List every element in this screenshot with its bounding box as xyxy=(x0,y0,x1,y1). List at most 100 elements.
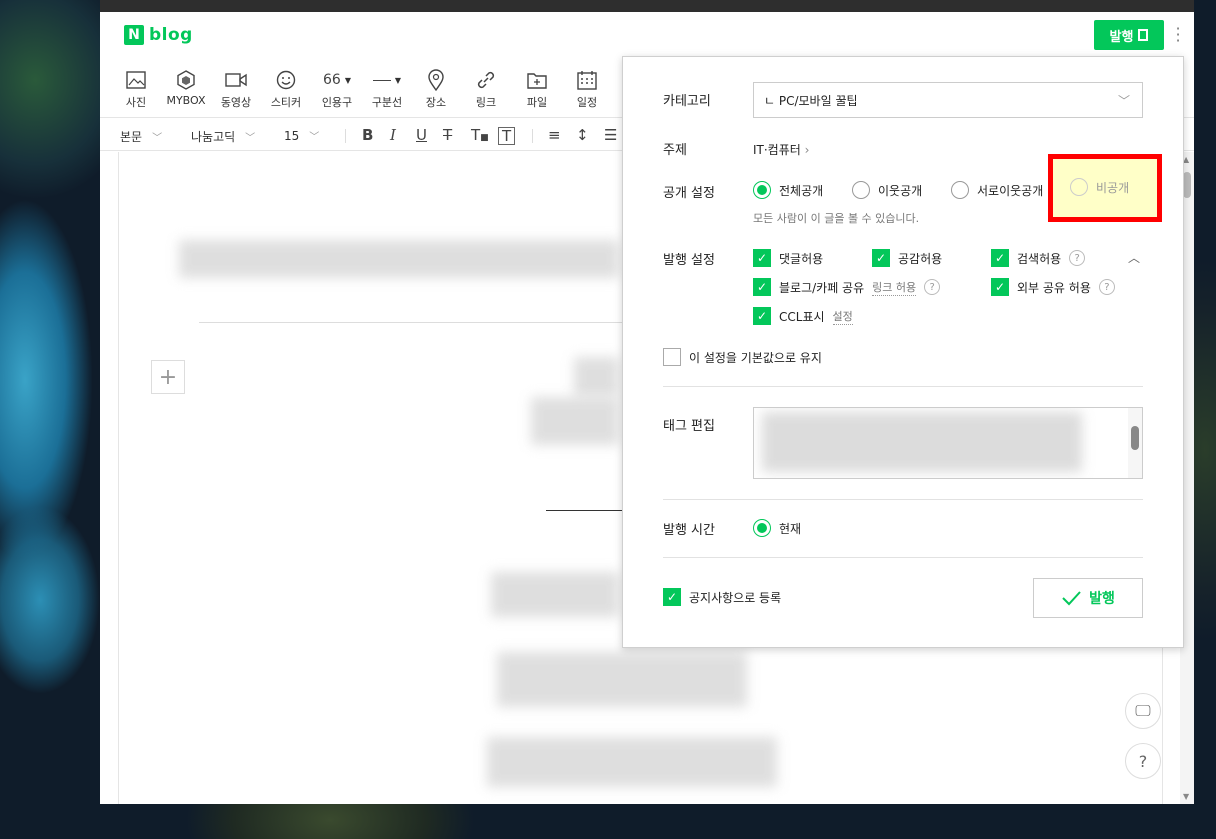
toolbar-video[interactable]: 동영상 xyxy=(210,68,262,110)
chevron-right-icon: › xyxy=(804,143,810,157)
tag-scrollbar[interactable] xyxy=(1128,408,1142,478)
text-background-icon[interactable]: T xyxy=(498,127,516,145)
calendar-icon xyxy=(561,68,613,92)
toolbar-calendar[interactable]: 일정 xyxy=(561,68,613,110)
toolbar-label: 인용구 xyxy=(321,96,353,109)
publish-button[interactable]: 발행 xyxy=(1033,578,1143,618)
toolbar-label: 파일 xyxy=(526,96,548,109)
radio-selected-icon xyxy=(753,519,771,537)
list-icon[interactable]: ☰ xyxy=(604,126,617,144)
toolbar-file[interactable]: 파일 xyxy=(511,68,563,110)
category-select[interactable]: ㄴ PC/모바일 꿀팁 ﹀ xyxy=(753,82,1143,118)
bold-icon[interactable]: B xyxy=(362,126,373,144)
radio-selected-icon xyxy=(753,181,771,199)
topic-selector[interactable]: IT·컴퓨터 › xyxy=(753,141,809,158)
help-icon[interactable]: ? xyxy=(924,279,941,295)
register-notice-checkbox[interactable]: ✓ 공지사항으로 등록 xyxy=(663,588,781,606)
question-icon: ? xyxy=(1138,751,1148,771)
visibility-note: 모든 사람이 이 글을 볼 수 있습니다. xyxy=(753,212,920,225)
visibility-private-radio[interactable]: 비공개 xyxy=(1070,178,1129,196)
keep-default-checkbox[interactable]: 이 설정을 기본값으로 유지 xyxy=(663,348,822,366)
help-icon[interactable]: ? xyxy=(1098,279,1115,295)
tag-edit-label: 태그 편집 xyxy=(663,419,715,434)
toolbar-label: 스티커 xyxy=(270,96,302,109)
blurred-content xyxy=(531,397,619,445)
chevron-down-icon: ﹀ xyxy=(309,132,320,143)
align-icon[interactable]: ≡ xyxy=(548,126,561,144)
tag-input[interactable] xyxy=(753,407,1143,479)
scrollbar-thumb[interactable] xyxy=(1131,426,1139,450)
visibility-neighbor-radio[interactable]: 이웃공개 xyxy=(852,181,922,199)
font-size-select[interactable]: 15 ﹀ xyxy=(284,128,319,143)
font-family-select[interactable]: 나눔고딕 ﹀ xyxy=(191,128,255,145)
logo-text: blog xyxy=(149,25,193,45)
paragraph-style-select[interactable]: 본문 ﹀ xyxy=(120,128,162,145)
toolbar-label: 구분선 xyxy=(371,96,403,109)
italic-icon[interactable]: I xyxy=(390,126,396,144)
toolbar-separator xyxy=(532,129,533,143)
toolbar-label: 장소 xyxy=(425,96,447,109)
help-button[interactable]: ? xyxy=(1125,743,1161,779)
allow-likes-checkbox[interactable]: ✓ 공감허용 xyxy=(872,249,942,267)
underline-icon[interactable]: U xyxy=(416,126,427,144)
external-share-checkbox[interactable]: ✓ 외부 공유 허용? xyxy=(991,278,1115,296)
visibility-mutual-radio[interactable]: 서로이웃공개 xyxy=(951,181,1043,199)
collapse-chevron-up-icon[interactable]: ︿ xyxy=(1128,249,1140,266)
private-option-highlight: 비공개 xyxy=(1048,154,1162,222)
radio-icon xyxy=(951,181,969,199)
allow-comments-checkbox[interactable]: ✓ 댓글허용 xyxy=(753,249,823,267)
checkbox-unchecked-icon xyxy=(663,348,681,366)
quote-icon: 66 ▼ xyxy=(323,72,351,88)
monitor-icon: 🖵 xyxy=(1135,701,1151,720)
checkbox-checked-icon: ✓ xyxy=(872,249,890,267)
add-component-button[interactable]: + xyxy=(151,360,185,394)
video-icon xyxy=(210,68,262,92)
blog-cafe-share-checkbox[interactable]: ✓ 블로그/카페 공유 링크 허용? xyxy=(753,278,941,296)
checkbox-checked-icon: ✓ xyxy=(753,307,771,325)
naver-logo-icon: N xyxy=(124,25,144,45)
help-icon[interactable]: ? xyxy=(1069,250,1086,266)
toolbar-mybox[interactable]: MYBOX xyxy=(160,68,212,107)
toolbar-sticker[interactable]: 스티커 xyxy=(260,68,312,110)
line-height-icon[interactable]: ↕ xyxy=(576,126,589,144)
toolbar-quote[interactable]: 66 ▼ 인용구 xyxy=(311,68,363,110)
text-color-icon[interactable]: T■ xyxy=(471,126,489,144)
toolbar-place[interactable]: 장소 xyxy=(410,68,462,110)
chevron-down-icon: ﹀ xyxy=(245,133,256,144)
blurred-content xyxy=(497,652,747,707)
section-divider xyxy=(663,386,1143,387)
toolbar-label: MYBOX xyxy=(166,94,206,107)
section-divider xyxy=(663,557,1143,558)
blurred-content xyxy=(574,357,619,397)
blurred-content xyxy=(491,572,619,617)
checkmark-icon xyxy=(1062,591,1081,606)
toolbar-link[interactable]: 링크 xyxy=(460,68,512,110)
link-allow-dropdown[interactable]: 링크 허용 xyxy=(872,279,917,296)
visibility-public-radio[interactable]: 전체공개 xyxy=(753,181,823,199)
photo-icon xyxy=(110,68,162,92)
content-divider xyxy=(546,510,626,511)
title-divider xyxy=(199,322,629,323)
ccl-settings-dropdown[interactable]: 설정 xyxy=(832,308,853,325)
scroll-down-icon[interactable]: ▼ xyxy=(1183,792,1189,801)
blog-logo[interactable]: N blog xyxy=(124,25,193,45)
checkbox-checked-icon: ✓ xyxy=(753,278,771,296)
divider-icon: ▼ xyxy=(361,68,413,92)
file-icon xyxy=(511,68,563,92)
toolbar-photo[interactable]: 사진 xyxy=(110,68,162,110)
allow-search-checkbox[interactable]: ✓ 검색허용? xyxy=(991,249,1086,267)
toolbar-divider[interactable]: ▼ 구분선 xyxy=(361,68,413,110)
toolbar-label: 사진 xyxy=(125,96,147,109)
toolbar-label: 동영상 xyxy=(220,96,252,109)
strikethrough-icon[interactable]: T xyxy=(443,126,452,144)
document-icon xyxy=(1138,29,1149,41)
more-menu-icon[interactable]: · · · xyxy=(1174,21,1182,49)
scrollbar-thumb[interactable] xyxy=(1183,172,1191,198)
window-top-strip xyxy=(100,0,1194,12)
toolbar-label: 일정 xyxy=(576,96,598,109)
category-label: 카테고리 xyxy=(663,94,711,109)
publish-time-now-radio[interactable]: 현재 xyxy=(753,519,801,537)
pc-preview-button[interactable]: 🖵 xyxy=(1125,693,1161,729)
publish-top-button[interactable]: 발행 xyxy=(1094,20,1164,50)
ccl-checkbox[interactable]: ✓ CCL표시 설정 xyxy=(753,307,853,325)
